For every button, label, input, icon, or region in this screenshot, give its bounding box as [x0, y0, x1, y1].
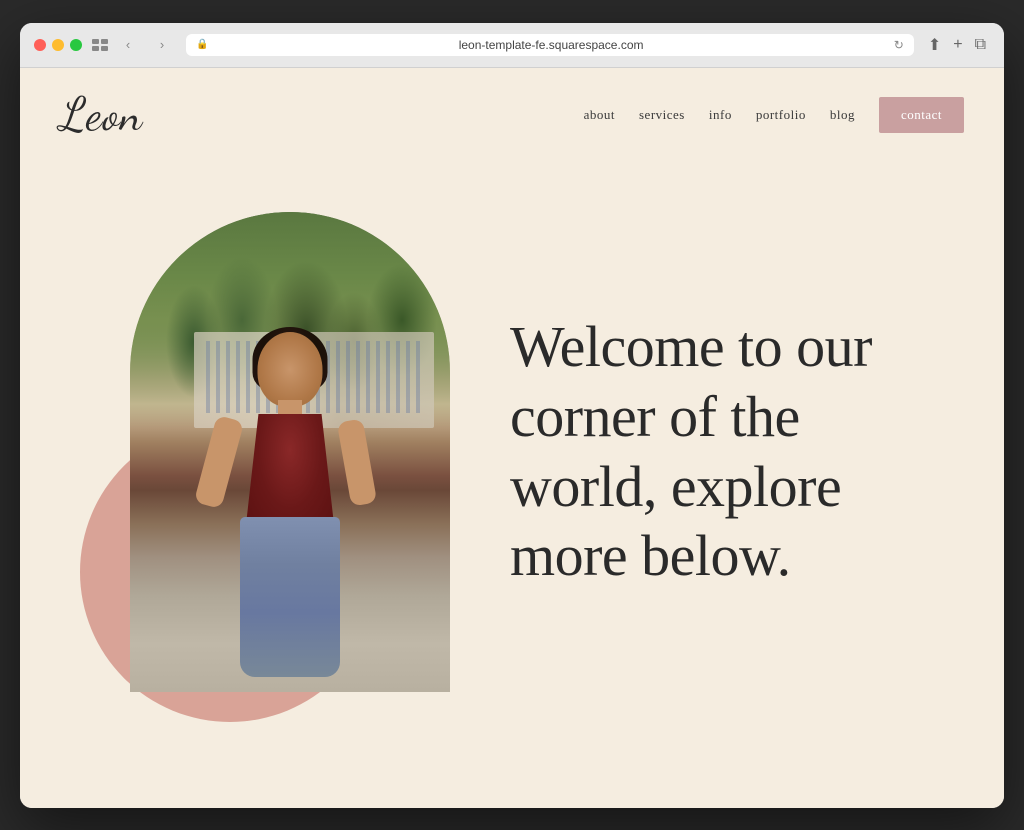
close-button[interactable]: [34, 39, 46, 51]
hero-section: Welcome to our corner of the world, expl…: [20, 162, 1004, 782]
person-figure: [190, 332, 390, 692]
hero-image: [130, 212, 450, 692]
share-button[interactable]: ⬆: [924, 33, 945, 57]
back-button[interactable]: ‹: [114, 35, 142, 55]
hero-heading: Welcome to our corner of the world, expl…: [510, 312, 944, 590]
lock-icon: 🔒: [196, 39, 208, 50]
nav-link-about[interactable]: about: [584, 107, 615, 123]
person-right-arm: [337, 418, 377, 506]
maximize-button[interactable]: [70, 39, 82, 51]
contact-button[interactable]: contact: [879, 97, 964, 133]
nav-link-portfolio[interactable]: portfolio: [756, 107, 806, 123]
browser-chrome: ‹ › 🔒 leon-template-fe.squarespace.com ↻…: [20, 23, 1004, 68]
forward-button[interactable]: ›: [148, 35, 176, 55]
person-jeans: [240, 517, 340, 677]
nav-link-info[interactable]: info: [709, 107, 732, 123]
website-content: Leon about services info portfolio blog …: [20, 68, 1004, 808]
browser-window: ‹ › 🔒 leon-template-fe.squarespace.com ↻…: [20, 23, 1004, 808]
person-head: [258, 332, 323, 407]
refresh-button[interactable]: ↻: [894, 38, 904, 52]
person-left-arm: [194, 414, 244, 508]
tabs-button[interactable]: ⧉: [971, 34, 990, 56]
new-tab-button[interactable]: +: [949, 34, 966, 56]
nav-link-blog[interactable]: blog: [830, 107, 855, 123]
browser-controls: ‹ ›: [92, 35, 176, 55]
site-logo[interactable]: Leon: [60, 92, 143, 138]
traffic-lights: [34, 39, 82, 51]
minimize-button[interactable]: [52, 39, 64, 51]
hero-image-container: [130, 212, 450, 692]
grid-view-button[interactable]: [92, 39, 108, 51]
browser-actions: ⬆ + ⧉: [924, 33, 990, 57]
nav-link-services[interactable]: services: [639, 107, 685, 123]
hero-text: Welcome to our corner of the world, expl…: [450, 312, 944, 590]
site-nav: about services info portfolio blog conta…: [584, 97, 964, 133]
person-body: [245, 414, 335, 534]
address-bar[interactable]: 🔒 leon-template-fe.squarespace.com ↻: [186, 34, 914, 56]
site-header: Leon about services info portfolio blog …: [20, 68, 1004, 162]
url-text: leon-template-fe.squarespace.com: [214, 38, 887, 52]
